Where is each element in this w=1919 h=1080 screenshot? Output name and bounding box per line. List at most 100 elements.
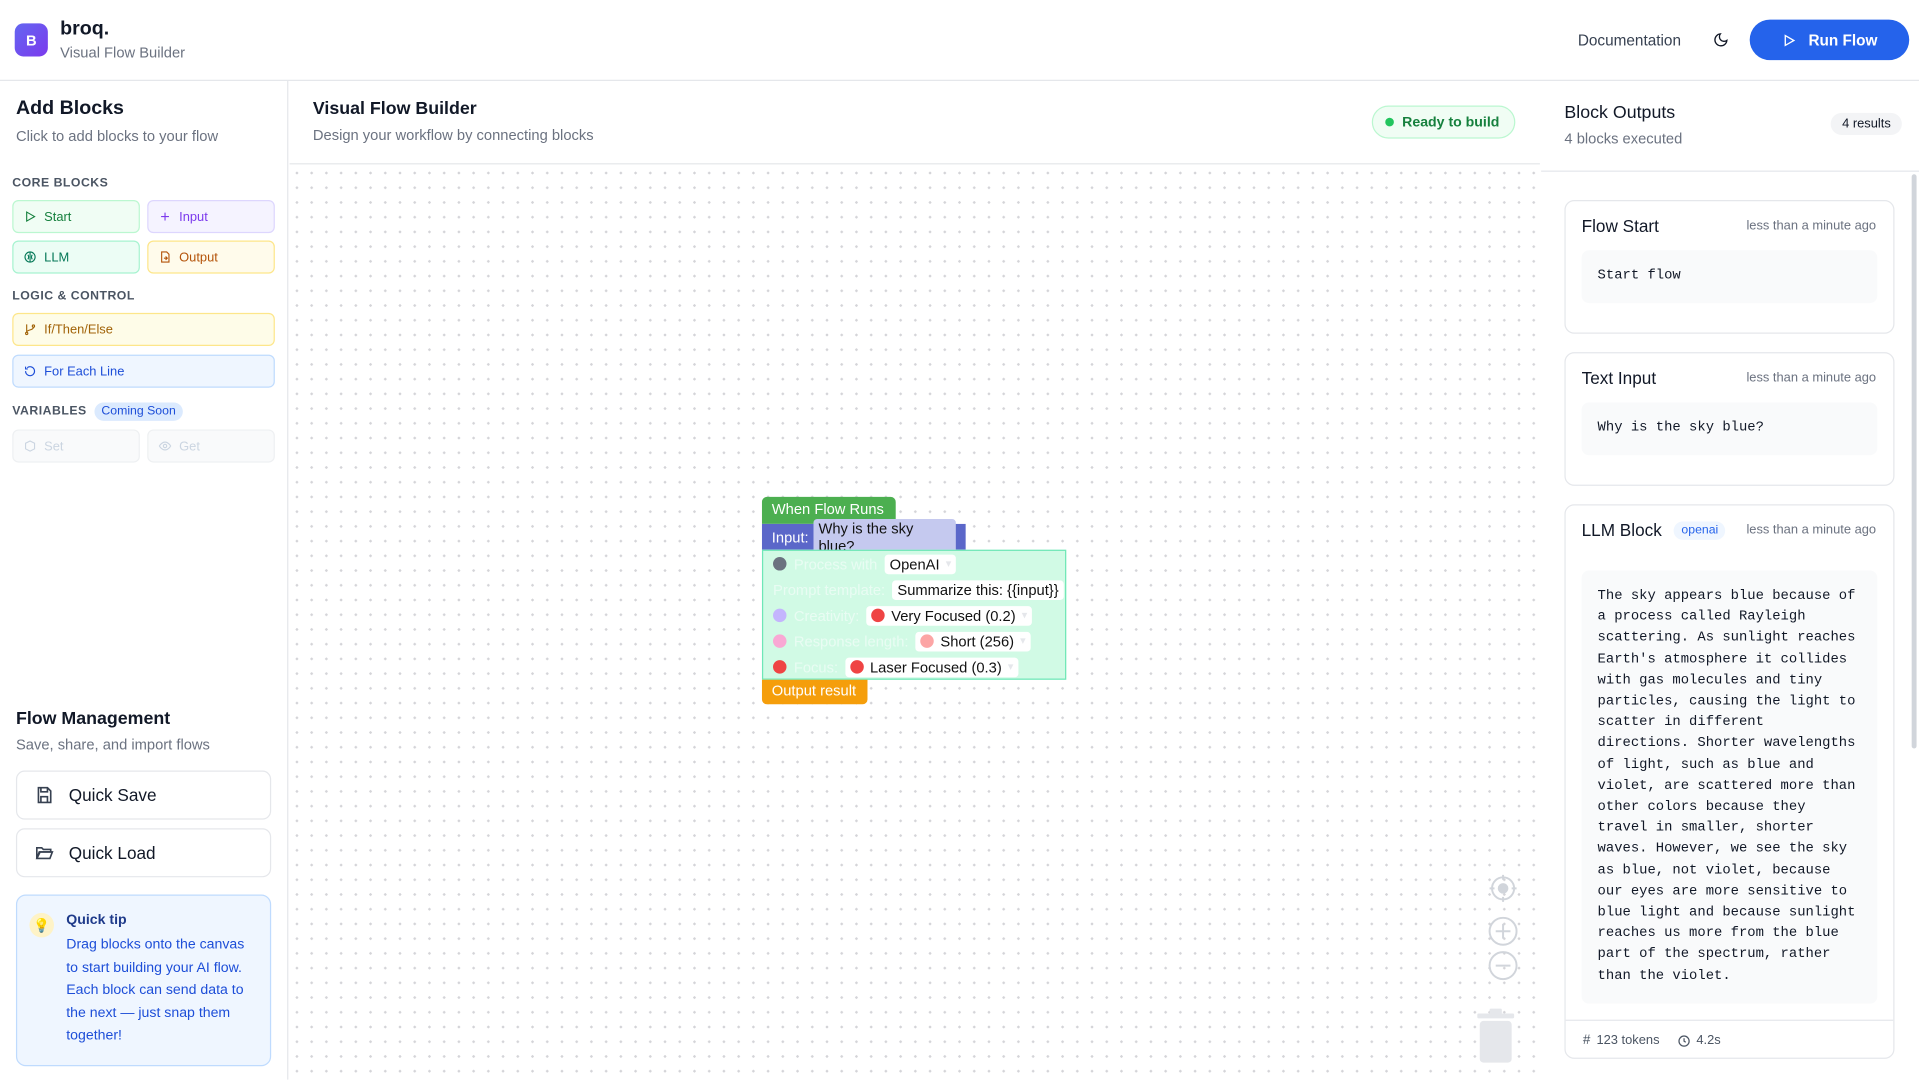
quick-tip-card: 💡 Quick tip Drag blocks onto the canvas … bbox=[15, 894, 272, 1067]
crosshair-icon bbox=[1489, 874, 1517, 902]
top-header: B broq. Visual Flow Builder Documentatio… bbox=[0, 0, 1919, 81]
block-set-label: Set bbox=[44, 438, 64, 454]
theme-toggle-button[interactable] bbox=[1701, 20, 1740, 59]
zoom-in-button[interactable] bbox=[1488, 916, 1518, 953]
block-get-disabled: Get bbox=[147, 429, 275, 463]
length-dropdown[interactable]: Short (256) ▾ bbox=[915, 631, 1031, 651]
brand: broq. Visual Flow Builder bbox=[60, 18, 185, 61]
box-icon bbox=[25, 440, 36, 452]
output-card-time: less than a minute ago bbox=[1746, 218, 1877, 234]
focus-value: Laser Focused (0.3) bbox=[869, 658, 1002, 676]
block-start[interactable]: Start bbox=[12, 200, 140, 234]
target-icon bbox=[850, 660, 864, 674]
eye-icon bbox=[158, 441, 172, 451]
core-blocks-grid: Start Input LLM Output bbox=[12, 200, 275, 274]
loop-icon bbox=[25, 366, 36, 377]
token-count-label: 123 tokens bbox=[1596, 1033, 1660, 1049]
app-root: B broq. Visual Flow Builder Documentatio… bbox=[0, 0, 1919, 1080]
output-card-body: Start flow bbox=[1581, 250, 1878, 304]
canvas-title: Visual Flow Builder bbox=[312, 99, 477, 120]
block-input-label: Input bbox=[179, 209, 208, 224]
run-flow-label: Run Flow bbox=[1808, 31, 1878, 49]
block-llm-label: LLM bbox=[44, 249, 70, 265]
output-card-title: Text Input bbox=[1581, 368, 1657, 388]
folder-open-icon bbox=[35, 847, 54, 860]
prompt-template-field[interactable]: Summarize this: {{input}} bbox=[892, 579, 1064, 600]
duration: 4.2s bbox=[1677, 1034, 1721, 1048]
output-card-header: Text Input less than a minute ago bbox=[1566, 353, 1894, 402]
output-card-header: LLM Block openai less than a minute ago bbox=[1566, 506, 1894, 555]
variables-heading: VARIABLES Coming Soon bbox=[12, 402, 184, 421]
input-block[interactable]: Input: Why is the sky blue? bbox=[761, 518, 966, 556]
block-start-label: Start bbox=[44, 209, 72, 224]
output-card-time: less than a minute ago bbox=[1746, 370, 1877, 386]
creativity-dropdown[interactable]: Very Focused (0.2) ▾ bbox=[866, 605, 1033, 626]
trash-icon bbox=[1477, 1008, 1515, 1063]
robot-icon bbox=[773, 557, 787, 571]
trash-can[interactable] bbox=[1475, 1007, 1517, 1070]
zoom-out-icon bbox=[1488, 951, 1518, 981]
llm-block[interactable]: Process with OpenAI ▾ Prompt template: Su… bbox=[761, 549, 1067, 680]
status-label: Ready to build bbox=[1402, 114, 1500, 130]
output-result-block[interactable]: Output result bbox=[761, 679, 868, 705]
recenter-button[interactable] bbox=[1488, 874, 1517, 910]
flow-canvas-area: Visual Flow Builder Design your workflow… bbox=[289, 81, 1540, 1080]
quick-save-button[interactable]: Quick Save bbox=[15, 770, 272, 820]
block-input[interactable]: Input bbox=[147, 200, 275, 234]
focus-dropdown[interactable]: Laser Focused (0.3) ▾ bbox=[845, 657, 1019, 677]
block-llm[interactable]: LLM bbox=[12, 240, 140, 274]
provider-tag: openai bbox=[1674, 520, 1726, 540]
output-card-title: LLM Block bbox=[1581, 520, 1662, 540]
lightbulb-icon: 💡 bbox=[29, 912, 54, 938]
llm-prompt-row: Prompt template: Summarize this: {{input… bbox=[763, 577, 1065, 603]
workspace-canvas[interactable]: When Flow Runs Input: Why is the sky blu… bbox=[289, 165, 1540, 1080]
focus-label: Focus: bbox=[793, 658, 839, 676]
block-if-then-else[interactable]: If/Then/Else bbox=[12, 312, 275, 347]
output-card: Flow Start less than a minute ago Start … bbox=[1564, 200, 1895, 334]
quick-save-label: Quick Save bbox=[68, 785, 157, 805]
blocks-sidebar: Add Blocks Click to add blocks to your f… bbox=[0, 80, 289, 1080]
llm-length-row: Response length: Short (256) ▾ bbox=[763, 628, 1065, 654]
header-actions: Documentation Run Flow bbox=[1578, 19, 1910, 61]
dice-icon bbox=[773, 608, 787, 623]
plus-icon bbox=[161, 212, 169, 221]
output-card-footer: #123 tokens 4.2s bbox=[1565, 1019, 1894, 1061]
documentation-link[interactable]: Documentation bbox=[1578, 31, 1681, 48]
zoom-out-button[interactable] bbox=[1488, 951, 1518, 987]
output-card-header: Flow Start less than a minute ago bbox=[1566, 201, 1894, 250]
flow-management-subtitle: Save, share, and import flows bbox=[15, 736, 210, 754]
output-card-body: The sky appears blue because of a proces… bbox=[1581, 570, 1878, 1004]
quick-load-button[interactable]: Quick Load bbox=[15, 828, 272, 878]
creativity-value: Very Focused (0.2) bbox=[891, 606, 1016, 624]
app-logo: B bbox=[14, 23, 48, 57]
process-label: Process with bbox=[793, 555, 878, 573]
input-block-label: Input: bbox=[771, 528, 809, 546]
block-for-each-label: For Each Line bbox=[44, 363, 125, 379]
provider-dropdown[interactable]: OpenAI ▾ bbox=[884, 553, 957, 574]
sidebar-subtitle: Click to add blocks to your flow bbox=[15, 127, 219, 145]
run-flow-button[interactable]: Run Flow bbox=[1749, 19, 1910, 61]
save-icon bbox=[37, 786, 52, 804]
moon-icon bbox=[1713, 33, 1728, 47]
results-count-badge: 4 results bbox=[1831, 112, 1902, 135]
block-outputs-panel: Block Outputs 4 blocks executed 4 result… bbox=[1541, 80, 1919, 1080]
creativity-label: Creativity: bbox=[793, 606, 860, 624]
block-output[interactable]: Output bbox=[147, 240, 275, 274]
play-icon bbox=[1784, 33, 1796, 46]
memo-icon bbox=[773, 634, 787, 648]
outputs-scrollbar[interactable] bbox=[1911, 174, 1917, 749]
block-set-disabled: Set bbox=[12, 429, 140, 463]
target-icon bbox=[871, 608, 886, 623]
block-for-each-line[interactable]: For Each Line bbox=[12, 354, 275, 388]
app-subtitle: Visual Flow Builder bbox=[60, 44, 186, 62]
core-blocks-heading: CORE BLOCKS bbox=[12, 176, 109, 191]
variables-grid: Set Get bbox=[12, 429, 275, 463]
llm-process-row: Process with OpenAI ▾ bbox=[763, 551, 1065, 577]
flow-management-title: Flow Management bbox=[15, 709, 171, 729]
variables-title: VARIABLES bbox=[12, 404, 87, 419]
app-name: broq. bbox=[60, 18, 110, 40]
chevron-down-icon: ▾ bbox=[1007, 660, 1014, 673]
memo-icon bbox=[920, 634, 935, 648]
status-badge: Ready to build bbox=[1371, 105, 1516, 139]
quick-tip-title: Quick tip bbox=[66, 912, 127, 928]
